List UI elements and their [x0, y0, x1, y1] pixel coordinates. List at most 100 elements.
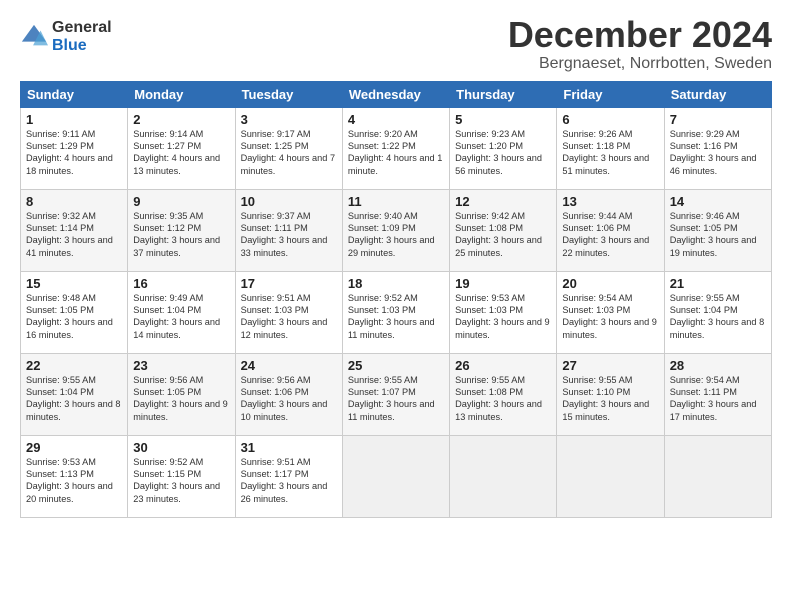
day-number: 15	[26, 276, 122, 291]
main-title: December 2024	[508, 15, 772, 55]
day-number: 29	[26, 440, 122, 455]
page: General Blue December 2024 Bergnaeset, N…	[0, 0, 792, 612]
day-number: 27	[562, 358, 658, 373]
cell-info: Sunrise: 9:46 AMSunset: 1:05 PMDaylight:…	[670, 211, 757, 258]
cell-info: Sunrise: 9:14 AMSunset: 1:27 PMDaylight:…	[133, 129, 220, 176]
table-row: 17 Sunrise: 9:51 AMSunset: 1:03 PMDayligh…	[235, 271, 342, 353]
title-block: December 2024 Bergnaeset, Norrbotten, Sw…	[508, 15, 772, 73]
logo-blue: Blue	[52, 37, 112, 55]
table-row: 31Sunrise: 9:51 AMSunset: 1:17 PMDayligh…	[235, 435, 342, 517]
cell-info: Sunrise: 9:20 AMSunset: 1:22 PMDaylight:…	[348, 129, 443, 176]
cell-info: Sunrise: 9:55 AMSunset: 1:04 PMDaylight:…	[670, 293, 765, 340]
day-number: 4	[348, 112, 444, 127]
logo-general: General	[52, 19, 112, 37]
day-number: 3	[241, 112, 337, 127]
table-row: 6 Sunrise: 9:26 AMSunset: 1:18 PMDaylight…	[557, 107, 664, 189]
cell-info: Sunrise: 9:23 AMSunset: 1:20 PMDaylight:…	[455, 129, 542, 176]
day-number: 18	[348, 276, 444, 291]
table-row: 19Sunrise: 9:53 AMSunset: 1:03 PMDayligh…	[450, 271, 557, 353]
col-wednesday: Wednesday	[342, 81, 449, 107]
day-number: 26	[455, 358, 551, 373]
table-row: 18Sunrise: 9:52 AMSunset: 1:03 PMDayligh…	[342, 271, 449, 353]
table-row	[557, 435, 664, 517]
day-number: 22	[26, 358, 122, 373]
cell-info: Sunrise: 9:11 AMSunset: 1:29 PMDaylight:…	[26, 129, 113, 176]
col-monday: Monday	[128, 81, 235, 107]
col-friday: Friday	[557, 81, 664, 107]
table-row: 22 Sunrise: 9:55 AMSunset: 1:04 PMDayligh…	[21, 353, 128, 435]
table-row	[342, 435, 449, 517]
table-row: 5 Sunrise: 9:23 AMSunset: 1:20 PMDaylight…	[450, 107, 557, 189]
table-row	[664, 435, 771, 517]
day-number: 28	[670, 358, 766, 373]
col-thursday: Thursday	[450, 81, 557, 107]
table-row: 26 Sunrise: 9:55 AMSunset: 1:08 PMDayligh…	[450, 353, 557, 435]
calendar-week-row: 29 Sunrise: 9:53 AMSunset: 1:13 PMDayligh…	[21, 435, 772, 517]
header: General Blue December 2024 Bergnaeset, N…	[20, 15, 772, 73]
calendar-week-row: 1 Sunrise: 9:11 AMSunset: 1:29 PMDaylight…	[21, 107, 772, 189]
day-number: 21	[670, 276, 766, 291]
day-number: 8	[26, 194, 122, 209]
table-row: 13Sunrise: 9:44 AMSunset: 1:06 PMDayligh…	[557, 189, 664, 271]
day-number: 30	[133, 440, 229, 455]
cell-info: Sunrise: 9:40 AMSunset: 1:09 PMDaylight:…	[348, 211, 435, 258]
day-number: 12	[455, 194, 551, 209]
day-number: 6	[562, 112, 658, 127]
table-row: 30 Sunrise: 9:52 AMSunset: 1:15 PMDayligh…	[128, 435, 235, 517]
subtitle: Bergnaeset, Norrbotten, Sweden	[508, 55, 772, 73]
day-number: 25	[348, 358, 444, 373]
col-saturday: Saturday	[664, 81, 771, 107]
table-row: 25 Sunrise: 9:55 AMSunset: 1:07 PMDayligh…	[342, 353, 449, 435]
cell-info: Sunrise: 9:29 AMSunset: 1:16 PMDaylight:…	[670, 129, 757, 176]
table-row: 29 Sunrise: 9:53 AMSunset: 1:13 PMDayligh…	[21, 435, 128, 517]
day-number: 14	[670, 194, 766, 209]
cell-info: Sunrise: 9:55 AMSunset: 1:07 PMDaylight:…	[348, 375, 435, 422]
cell-info: Sunrise: 9:26 AMSunset: 1:18 PMDaylight:…	[562, 129, 649, 176]
table-row: 21 Sunrise: 9:55 AMSunset: 1:04 PMDayligh…	[664, 271, 771, 353]
cell-info: Sunrise: 9:32 AMSunset: 1:14 PMDaylight:…	[26, 211, 113, 258]
day-number: 13	[562, 194, 658, 209]
col-sunday: Sunday	[21, 81, 128, 107]
table-row: 2 Sunrise: 9:14 AMSunset: 1:27 PMDaylight…	[128, 107, 235, 189]
day-number: 23	[133, 358, 229, 373]
table-row: 14 Sunrise: 9:46 AMSunset: 1:05 PMDayligh…	[664, 189, 771, 271]
cell-info: Sunrise: 9:55 AMSunset: 1:10 PMDaylight:…	[562, 375, 649, 422]
table-row: 4 Sunrise: 9:20 AMSunset: 1:22 PMDaylight…	[342, 107, 449, 189]
table-row: 12 Sunrise: 9:42 AMSunset: 1:08 PMDayligh…	[450, 189, 557, 271]
cell-info: Sunrise: 9:48 AMSunset: 1:05 PMDaylight:…	[26, 293, 113, 340]
table-row: 24Sunrise: 9:56 AMSunset: 1:06 PMDayligh…	[235, 353, 342, 435]
table-row: 3 Sunrise: 9:17 AMSunset: 1:25 PMDaylight…	[235, 107, 342, 189]
table-row: 8 Sunrise: 9:32 AMSunset: 1:14 PMDaylight…	[21, 189, 128, 271]
table-row	[450, 435, 557, 517]
cell-info: Sunrise: 9:55 AMSunset: 1:08 PMDaylight:…	[455, 375, 542, 422]
cell-info: Sunrise: 9:52 AMSunset: 1:15 PMDaylight:…	[133, 457, 220, 504]
cell-info: Sunrise: 9:51 AMSunset: 1:03 PMDaylight:…	[241, 293, 328, 340]
col-tuesday: Tuesday	[235, 81, 342, 107]
cell-info: Sunrise: 9:55 AMSunset: 1:04 PMDaylight:…	[26, 375, 121, 422]
day-number: 2	[133, 112, 229, 127]
table-row: 7Sunrise: 9:29 AMSunset: 1:16 PMDaylight…	[664, 107, 771, 189]
cell-info: Sunrise: 9:49 AMSunset: 1:04 PMDaylight:…	[133, 293, 220, 340]
table-row: 23Sunrise: 9:56 AMSunset: 1:05 PMDayligh…	[128, 353, 235, 435]
cell-info: Sunrise: 9:53 AMSunset: 1:13 PMDaylight:…	[26, 457, 113, 504]
cell-info: Sunrise: 9:42 AMSunset: 1:08 PMDaylight:…	[455, 211, 542, 258]
table-row: 16Sunrise: 9:49 AMSunset: 1:04 PMDayligh…	[128, 271, 235, 353]
cell-info: Sunrise: 9:53 AMSunset: 1:03 PMDaylight:…	[455, 293, 550, 340]
table-row: 15 Sunrise: 9:48 AMSunset: 1:05 PMDayligh…	[21, 271, 128, 353]
table-row: 11 Sunrise: 9:40 AMSunset: 1:09 PMDayligh…	[342, 189, 449, 271]
calendar-header-row: Sunday Monday Tuesday Wednesday Thursday…	[21, 81, 772, 107]
table-row: 20Sunrise: 9:54 AMSunset: 1:03 PMDayligh…	[557, 271, 664, 353]
day-number: 31	[241, 440, 337, 455]
day-number: 10	[241, 194, 337, 209]
day-number: 5	[455, 112, 551, 127]
calendar-week-row: 22 Sunrise: 9:55 AMSunset: 1:04 PMDayligh…	[21, 353, 772, 435]
day-number: 17	[241, 276, 337, 291]
cell-info: Sunrise: 9:17 AMSunset: 1:25 PMDaylight:…	[241, 129, 336, 176]
day-number: 1	[26, 112, 122, 127]
day-number: 9	[133, 194, 229, 209]
cell-info: Sunrise: 9:37 AMSunset: 1:11 PMDaylight:…	[241, 211, 328, 258]
day-number: 24	[241, 358, 337, 373]
day-number: 11	[348, 194, 444, 209]
day-number: 20	[562, 276, 658, 291]
table-row: 9Sunrise: 9:35 AMSunset: 1:12 PMDaylight…	[128, 189, 235, 271]
